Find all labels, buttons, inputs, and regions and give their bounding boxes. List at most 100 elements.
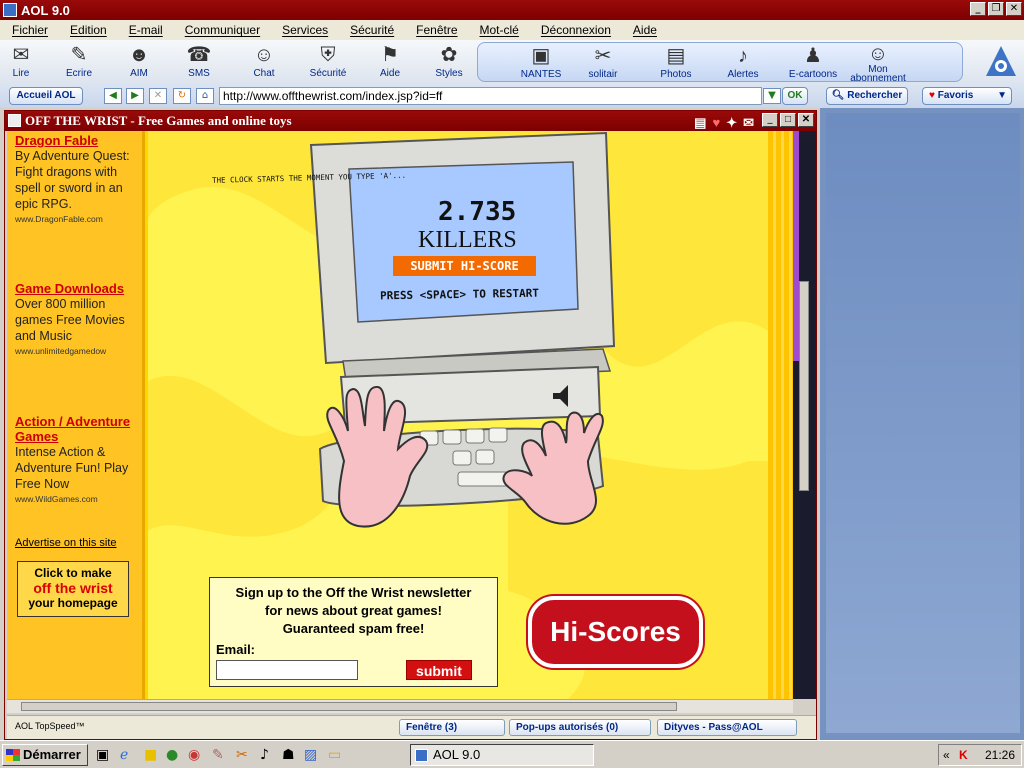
internet-explorer-icon[interactable]: ℯ [120, 747, 128, 763]
menu-communiquer[interactable]: Communiquer [185, 23, 260, 37]
app-title: AOL 9.0 [21, 2, 70, 18]
flag-icon: ⚑ [381, 44, 399, 66]
start-button[interactable]: Démarrer [2, 744, 88, 766]
ad-action-adventure[interactable]: Action / Adventure Games Intense Action … [15, 414, 139, 504]
tray-expand-icon[interactable]: « [943, 745, 950, 765]
search-icon: 🔍︎ [831, 90, 848, 101]
aol-home-button[interactable]: Accueil AOL [9, 87, 83, 105]
phone-icon: ☎ [186, 44, 212, 66]
newsletter-signup: Sign up to the Off the Wrist newsletter … [209, 577, 498, 687]
newsletter-submit-button[interactable]: submit [406, 660, 472, 680]
panel-solitair[interactable]: ✂ solitair [576, 43, 630, 80]
ad-dragon-fable[interactable]: Dragon Fable By Adventure Quest: Fight d… [15, 133, 139, 224]
ad-description: Intense Action & Adventure Fun! Play Fre… [15, 445, 129, 491]
go-button[interactable]: OK [782, 87, 808, 105]
minimize-button[interactable]: _ [970, 2, 986, 16]
restore-button[interactable]: ❐ [988, 2, 1004, 16]
menu-bar: Fichier Edition E-mail Communiquer Servi… [0, 20, 1024, 40]
ad-title[interactable]: Dragon Fable [15, 133, 139, 148]
menu-securite[interactable]: Sécurité [350, 23, 394, 37]
media-player-icon[interactable]: ● [166, 747, 178, 763]
print-icon[interactable]: ▤ [694, 113, 706, 133]
panel-e-cartoons[interactable]: ♟ E-cartoons [783, 43, 843, 80]
user-account-button[interactable]: Dityves - Pass@AOL [657, 719, 797, 736]
vertical-scrollbar[interactable] [793, 131, 816, 699]
bell-icon: ♪ [738, 45, 748, 67]
url-dropdown-icon[interactable]: ▼ [763, 88, 781, 104]
toolbar-sms[interactable]: ☎ SMS [172, 42, 226, 79]
toolbar-chat[interactable]: ☺ Chat [237, 42, 291, 79]
menu-edition[interactable]: Edition [70, 23, 107, 37]
utility-icon[interactable]: ♪ [260, 747, 269, 763]
toolbar-help[interactable]: ⚑ Aide [363, 42, 417, 79]
favorite-heart-icon[interactable]: ♥ [712, 113, 720, 133]
menu-email[interactable]: E-mail [129, 23, 163, 37]
envelope-icon: ✉ [12, 44, 30, 66]
system-tray: « K 21:26 [938, 744, 1022, 766]
monitor-icon: ▣ [531, 45, 551, 67]
make-homepage-button[interactable]: Click to make off the wrist your homepag… [17, 561, 129, 617]
refresh-icon[interactable]: ↻ [173, 88, 191, 104]
aim-icon[interactable]: ✦ [726, 113, 737, 133]
picture-icon[interactable]: ▨ [304, 747, 317, 763]
horizontal-scrollbar[interactable] [7, 699, 793, 713]
game-score-unit: KILLERS [418, 227, 517, 253]
desktop-icon[interactable]: ▣ [96, 747, 109, 763]
ad-title[interactable]: Action / Adventure Games [15, 414, 139, 444]
inner-maximize-button[interactable]: □ [780, 113, 796, 127]
close-button[interactable]: ✕ [1006, 2, 1022, 16]
shield-icon: ⛨ [320, 44, 336, 66]
document-icon[interactable]: ▭ [328, 747, 341, 763]
browser-icon[interactable]: ◉ [188, 747, 200, 763]
search-button[interactable]: 🔍︎ Rechercher [826, 87, 908, 105]
toolbar-read[interactable]: ✉ Lire [0, 42, 48, 79]
submit-hi-score-button[interactable]: SUBMIT HI-SCORE [393, 256, 536, 276]
taskbar-aol-button[interactable]: AOL 9.0 [410, 744, 594, 766]
forward-arrow-icon[interactable]: ▶ [126, 88, 144, 104]
aol-triangle-logo-icon [986, 46, 1016, 76]
url-input[interactable]: http://www.offthewrist.com/index.jsp?id=… [219, 87, 762, 105]
toolbar-styles[interactable]: ✿ Styles [422, 42, 476, 79]
menu-aide[interactable]: Aide [633, 23, 657, 37]
stop-icon[interactable]: ✕ [149, 88, 167, 104]
scrollbar-thumb[interactable] [21, 702, 677, 711]
browser-window-title: OFF THE WRIST - Free Games and online to… [25, 113, 292, 128]
send-page-icon[interactable]: ✉ [743, 113, 754, 133]
decorative-stripe [768, 131, 793, 699]
favorites-button[interactable]: ♥ Favoris ▼ [922, 87, 1012, 105]
menu-mot-cle[interactable]: Mot-clé [480, 23, 519, 37]
advertise-link[interactable]: Advertise on this site [15, 537, 117, 549]
ad-description: Over 800 million games Free Movies and M… [15, 297, 125, 343]
panel-photos[interactable]: ▤ Photos [649, 43, 703, 80]
antivirus-icon[interactable]: K [959, 745, 968, 765]
inner-minimize-button[interactable]: _ [762, 113, 778, 127]
panel-alertes[interactable]: ♪ Alertes [716, 43, 770, 80]
popups-button[interactable]: Pop-ups autorisés (0) [509, 719, 651, 736]
home-icon[interactable]: ⌂ [196, 88, 214, 104]
toolbar-security[interactable]: ⛨ Sécurité [301, 42, 355, 79]
back-arrow-icon[interactable]: ◀ [104, 88, 122, 104]
status-bar: AOL TopSpeed™ Fenêtre (3) Pop-ups autori… [7, 715, 816, 739]
scrollbar-thumb[interactable] [799, 281, 809, 491]
panel-nantes[interactable]: ▣ NANTES [514, 43, 568, 80]
hi-scores-button[interactable]: Hi-Scores [528, 596, 703, 668]
menu-fenetre[interactable]: Fenêtre [416, 23, 457, 37]
folder-icon[interactable]: ■ [144, 747, 157, 763]
menu-deconnexion[interactable]: Déconnexion [541, 23, 611, 37]
browser-window-title-bar: OFF THE WRIST - Free Games and online to… [5, 111, 816, 131]
email-input[interactable] [216, 660, 358, 680]
paint-icon[interactable]: ✎ [212, 747, 224, 763]
clock[interactable]: 21:26 [985, 745, 1015, 765]
toolbar-aim[interactable]: ☻ AIM [112, 42, 166, 79]
ad-title[interactable]: Game Downloads [15, 281, 139, 296]
menu-fichier[interactable]: Fichier [12, 23, 48, 37]
toolbar-write[interactable]: ✎ Ecrire [52, 42, 106, 79]
app-icon[interactable]: ☗ [282, 747, 295, 763]
menu-services[interactable]: Services [282, 23, 328, 37]
windows-menu-button[interactable]: Fenêtre (3) [399, 719, 505, 736]
panel-mon-abonnement[interactable]: ☺ Mon abonnement [848, 43, 908, 84]
ad-game-downloads[interactable]: Game Downloads Over 800 million games Fr… [15, 281, 139, 356]
tool-icon[interactable]: ✂ [236, 747, 248, 763]
inner-close-button[interactable]: ✕ [798, 113, 814, 127]
penguin-icon: ♟ [804, 45, 822, 67]
